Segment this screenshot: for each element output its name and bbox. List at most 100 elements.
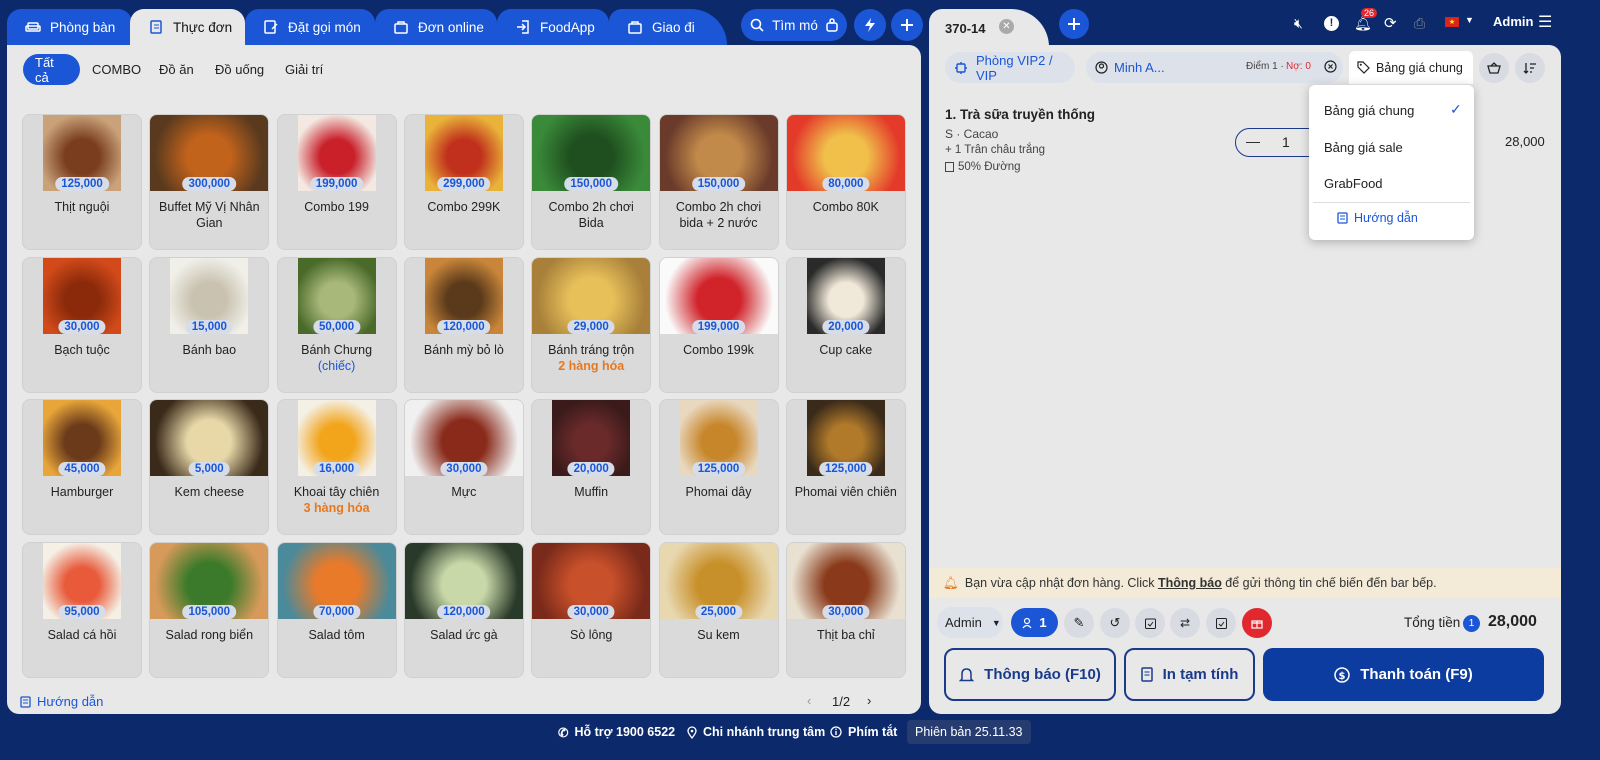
product-card[interactable]: 299,000 Combo 299K bbox=[403, 114, 524, 250]
sort-button[interactable] bbox=[1515, 53, 1545, 83]
product-name-block: Salad rong biển bbox=[154, 627, 264, 643]
product-card[interactable]: 80,000 Combo 80K bbox=[785, 114, 906, 250]
hamburger-menu-icon[interactable]: ☰ bbox=[1538, 12, 1552, 32]
price-list-option[interactable]: GrabFood bbox=[1324, 176, 1383, 191]
product-card[interactable]: 105,000 Salad rong biển bbox=[149, 541, 270, 678]
product-name-block: Combo 2h chơi Bida bbox=[536, 199, 646, 231]
product-name: Thịt ba chỉ bbox=[816, 627, 875, 642]
tab-giao-di[interactable]: Giao đi bbox=[609, 9, 727, 45]
notice-link[interactable]: Thông báo bbox=[1158, 576, 1222, 590]
tab-don-online[interactable]: Đơn online bbox=[375, 9, 497, 45]
calendar-button[interactable] bbox=[1135, 608, 1165, 638]
next-page-button[interactable]: › bbox=[867, 693, 871, 708]
product-card[interactable]: 45,000 Hamburger bbox=[22, 399, 142, 536]
product-card[interactable]: 5,000 Kem cheese bbox=[149, 399, 270, 536]
pay-button[interactable]: $ Thanh toán (F9) bbox=[1263, 648, 1544, 701]
product-card[interactable]: 199,000 Combo 199k bbox=[658, 256, 779, 393]
category-combo[interactable]: COMBO bbox=[80, 54, 153, 85]
flag-vn-icon[interactable]: ★ bbox=[1445, 17, 1459, 27]
user-name[interactable]: Admin bbox=[1493, 14, 1533, 29]
product-card[interactable]: 125,000 Thịt nguội bbox=[22, 114, 142, 250]
notify-kitchen-button[interactable]: Thông báo (F10) bbox=[944, 648, 1116, 701]
product-card[interactable]: 29,000 Bánh tráng trộn 2 hàng hóa bbox=[531, 256, 652, 393]
tab-dat-goi-mon[interactable]: Đặt gọi món bbox=[245, 9, 375, 45]
gift-button[interactable] bbox=[1242, 608, 1272, 638]
product-card[interactable]: 20,000 Muffin bbox=[531, 399, 652, 536]
product-card[interactable]: 30,000 Sò lông bbox=[531, 541, 652, 678]
price-list-selector[interactable]: Bảng giá chung bbox=[1349, 51, 1473, 84]
history-button[interactable]: ↺ bbox=[1100, 608, 1130, 638]
branch-label: Chi nhánh trung tâm bbox=[703, 725, 826, 739]
check-icon: ✓ bbox=[1450, 101, 1462, 117]
product-card[interactable]: 150,000 Combo 2h chơi Bida bbox=[531, 114, 652, 250]
tab-foodapp[interactable]: FoodApp bbox=[497, 9, 609, 45]
guest-count-button[interactable]: 1 bbox=[1011, 608, 1058, 637]
basket-button[interactable] bbox=[1479, 53, 1509, 83]
new-order-button[interactable] bbox=[1059, 9, 1089, 39]
product-card[interactable]: 150,000 Combo 2h chơi bida + 2 nước bbox=[658, 114, 779, 250]
product-name: Phomai viên chiên bbox=[794, 485, 897, 500]
close-tab-icon[interactable]: ✕ bbox=[999, 19, 1014, 34]
printer-icon[interactable]: ⎙ bbox=[1414, 15, 1425, 32]
price-list-option[interactable]: Bảng giá sale bbox=[1324, 140, 1403, 155]
branch-selector[interactable]: Chi nhánh trung tâm bbox=[687, 720, 825, 744]
room-selector[interactable]: Phòng VIP2 / VIP bbox=[945, 52, 1075, 83]
product-card[interactable]: 15,000 Bánh bao bbox=[149, 256, 270, 393]
product-card[interactable]: 120,000 Salad ức gà bbox=[403, 541, 524, 678]
price-list-option[interactable]: Bảng giá chung bbox=[1324, 103, 1414, 118]
edit-button[interactable]: ✎ bbox=[1064, 608, 1094, 638]
search-button[interactable]: Tìm mó bbox=[741, 9, 847, 41]
product-card[interactable]: 95,000 Salad cá hồi bbox=[22, 541, 142, 678]
prev-page-button[interactable]: ‹ bbox=[807, 693, 811, 708]
product-card[interactable]: 125,000 Phomai dây bbox=[658, 399, 779, 536]
product-name: Salad tôm bbox=[308, 627, 365, 642]
product-card[interactable]: 30,000 Mực bbox=[403, 399, 524, 536]
print-draft-button[interactable]: In tạm tính bbox=[1124, 648, 1255, 701]
quantity-value[interactable]: 1 bbox=[1282, 134, 1290, 150]
category-all[interactable]: Tất cả bbox=[23, 54, 80, 85]
product-name-block: Sò lông bbox=[536, 627, 646, 643]
flash-button[interactable] bbox=[854, 9, 886, 41]
product-card[interactable]: 30,000 Bạch tuộc bbox=[22, 256, 142, 393]
guide-link[interactable]: Hướng dẫn bbox=[20, 694, 103, 709]
chevron-down-icon[interactable]: ▼ bbox=[1465, 15, 1474, 25]
product-name: Cup cake bbox=[819, 342, 873, 357]
product-card[interactable]: 120,000 Bánh mỳ bỏ lò bbox=[403, 256, 524, 393]
category-entertainment[interactable]: Giải trí bbox=[273, 54, 335, 85]
product-card[interactable]: 20,000 Cup cake bbox=[785, 256, 906, 393]
category-drinks[interactable]: Đồ uống bbox=[203, 54, 276, 85]
support-hotline[interactable]: ✆ Hỗ trợ 1900 6522 bbox=[558, 720, 675, 744]
product-name: Combo 2h chơi bida + 2 nước bbox=[675, 200, 762, 230]
customer-field[interactable]: Minh A... Điểm 1 · Nợ: 0 bbox=[1086, 52, 1343, 83]
product-name-block: Bánh Chưng (chiếc) bbox=[282, 342, 392, 374]
minus-icon[interactable]: — bbox=[1246, 133, 1260, 149]
product-card[interactable]: 30,000 Thịt ba chỉ bbox=[785, 541, 906, 678]
staff-selector[interactable]: Admin ▼ bbox=[937, 607, 1003, 638]
tab-thuc-don[interactable]: Thực đơn bbox=[130, 9, 245, 45]
notice-text: Bạn vừa cập nhật đơn hàng. Click bbox=[964, 576, 1158, 590]
shortcuts-link[interactable]: Phím tắt bbox=[830, 720, 897, 744]
order-tab[interactable]: 370-14 ✕ bbox=[929, 9, 1049, 47]
clipboard-button[interactable] bbox=[1206, 608, 1236, 638]
refresh-icon[interactable]: ⟳ bbox=[1384, 14, 1397, 32]
add-button[interactable] bbox=[891, 9, 923, 41]
product-card[interactable]: 25,000 Su kem bbox=[658, 541, 779, 678]
notify-label: Thông báo (F10) bbox=[984, 666, 1101, 683]
dropdown-guide-link[interactable]: Hướng dẫn bbox=[1337, 211, 1418, 225]
product-card[interactable]: 70,000 Salad tôm bbox=[276, 541, 397, 678]
order-item-title[interactable]: 1. Trà sữa truyền thống bbox=[945, 107, 1095, 122]
mute-icon[interactable]: 🔇︎ bbox=[1294, 15, 1303, 32]
clear-customer-icon[interactable] bbox=[1324, 60, 1337, 73]
alert-icon[interactable]: ! bbox=[1324, 16, 1339, 31]
product-card[interactable]: 199,000 Combo 199 bbox=[276, 114, 397, 250]
product-card[interactable]: 300,000 Buffet Mỹ Vị Nhân Gian bbox=[149, 114, 270, 250]
swap-icon: ⇄ bbox=[1179, 616, 1191, 630]
product-card[interactable]: 16,000 Khoai tây chiên 3 hàng hóa bbox=[276, 399, 397, 536]
split-button[interactable]: ⇄ bbox=[1170, 608, 1200, 638]
category-food[interactable]: Đồ ăn bbox=[147, 54, 206, 85]
product-card[interactable]: 50,000 Bánh Chưng (chiếc) bbox=[276, 256, 397, 393]
tab-phong-ban[interactable]: Phòng bàn bbox=[7, 9, 132, 45]
svg-text:$: $ bbox=[1339, 671, 1346, 682]
product-card[interactable]: 125,000 Phomai viên chiên bbox=[785, 399, 906, 536]
search-label: Tìm mó bbox=[772, 17, 818, 33]
